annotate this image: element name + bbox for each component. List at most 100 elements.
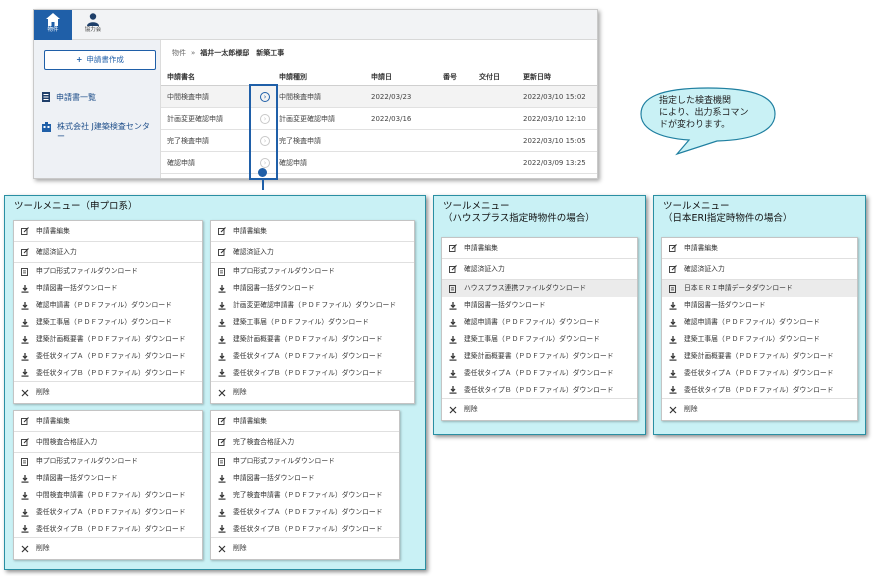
menu-item-label: 申請書編集 <box>36 227 70 235</box>
menu-item[interactable]: 申請書編集 <box>442 238 637 259</box>
download-icon <box>218 470 228 487</box>
menu-item[interactable]: 中間検査合格証入力 <box>14 432 202 453</box>
tool-menu-button[interactable]: › <box>260 136 270 146</box>
menu-item[interactable]: 建築工事届（ＰＤＦファイル）ダウンロード <box>662 331 857 348</box>
menu-item[interactable]: 確認申請書（ＰＤＦファイル）ダウンロード <box>14 297 202 314</box>
menu-item-label: 確認申請書（ＰＤＦファイル）ダウンロード <box>464 318 600 326</box>
table-row[interactable]: 確認申請 › 確認申請 2022/03/09 13:25 <box>161 152 597 174</box>
menu-item[interactable]: 確認済証入力 <box>662 259 857 280</box>
menu-item[interactable]: 委任状タイプＢ（ＰＤＦファイル）ダウンロード <box>662 382 857 399</box>
menu-item[interactable]: 申請図書一括ダウンロード <box>211 280 414 297</box>
table-row[interactable]: 中間検査申請 › 中間検査申請 2022/03/23 2022/03/10 15… <box>161 86 597 108</box>
edit-icon <box>21 411 31 431</box>
sidebar-item-application-list[interactable]: 申請書一覧 <box>42 92 96 103</box>
menu-item[interactable]: 申請図書一括ダウンロード <box>211 470 399 487</box>
sidebar-item-company[interactable]: 株式会社 J建築検査センタ ー <box>42 122 150 142</box>
close-icon <box>21 538 31 559</box>
menu-item[interactable]: 委任状タイプＡ（ＰＤＦファイル）ダウンロード <box>14 504 202 521</box>
menu-item[interactable]: 完了検査合格証入力 <box>211 432 399 453</box>
menu-item[interactable]: 申請図書一括ダウンロード <box>14 470 202 487</box>
menu-item[interactable]: 委任状タイプＢ（ＰＤＦファイル）ダウンロード <box>211 365 414 382</box>
menu-item-label: 申請図書一括ダウンロード <box>36 474 118 482</box>
download-icon <box>449 348 459 365</box>
col-header-name[interactable]: 申請書名 <box>167 68 195 86</box>
menu-item[interactable]: 申請書編集 <box>211 411 399 432</box>
menu-item[interactable]: 委任状タイプＡ（ＰＤＦファイル）ダウンロード <box>442 365 637 382</box>
menu-item[interactable]: 削除 <box>14 382 202 403</box>
menu-item-label: ハウスプラス連携ファイルダウンロード <box>464 284 587 292</box>
row-type: 計画変更確認申請 <box>279 115 335 123</box>
menu-item[interactable]: 削除 <box>211 538 399 559</box>
menu-item[interactable]: 削除 <box>211 382 414 403</box>
tool-menu-button[interactable]: › <box>260 158 270 168</box>
menu-item-label: 建築工事届（ＰＤＦファイル）ダウンロード <box>684 335 820 343</box>
menu-item-label: 申請書編集 <box>684 244 718 252</box>
tool-menu-button[interactable]: › <box>260 114 270 124</box>
menu-item[interactable]: 建築工事届（ＰＤＦファイル）ダウンロード <box>211 314 414 331</box>
menu-item[interactable]: 申プロ形式ファイルダウンロード <box>14 453 202 470</box>
download-icon <box>21 365 31 381</box>
table-row[interactable]: 完了検査申請 › 完了検査申請 2022/03/10 15:05 <box>161 130 597 152</box>
menu-item[interactable]: 申プロ形式ファイルダウンロード <box>14 263 202 280</box>
menu-item[interactable]: 削除 <box>662 399 857 420</box>
panel-title-line2: （日本ERI指定時物件の場合） <box>663 213 793 224</box>
menu-item[interactable]: 申請図書一括ダウンロード <box>442 297 637 314</box>
table-row[interactable]: 計画変更確認申請 › 計画変更確認申請 2022/03/16 2022/03/1… <box>161 108 597 130</box>
menu-item[interactable]: 委任状タイプＢ（ＰＤＦファイル）ダウンロード <box>14 521 202 538</box>
menu-item[interactable]: 委任状タイプＢ（ＰＤＦファイル）ダウンロード <box>211 521 399 538</box>
edit-icon <box>669 259 679 279</box>
menu-item[interactable]: 建築計画概要書（ＰＤＦファイル）ダウンロード <box>14 331 202 348</box>
menu-item[interactable]: 確認済証入力 <box>442 259 637 280</box>
menu-item[interactable]: 申プロ形式ファイルダウンロード <box>211 263 414 280</box>
sidebar: + 申請書作成 申請書一覧 株式会社 J建築検査センタ ー <box>34 40 161 178</box>
menu-item[interactable]: 確認済証入力 <box>211 242 414 263</box>
menu-item-label: 削除 <box>233 544 247 552</box>
menu-item-label: 建築工事届（ＰＤＦファイル）ダウンロード <box>36 318 172 326</box>
menu-item[interactable]: 確認申請書（ＰＤＦファイル）ダウンロード <box>662 314 857 331</box>
menu-item[interactable]: 委任状タイプＢ（ＰＤＦファイル）ダウンロード <box>442 382 637 399</box>
breadcrumb-separator: » <box>191 49 196 57</box>
menu-item[interactable]: 委任状タイプＡ（ＰＤＦファイル）ダウンロード <box>211 348 414 365</box>
col-header-issued[interactable]: 交付日 <box>479 68 500 86</box>
menu-item[interactable]: 委任状タイプＢ（ＰＤＦファイル）ダウンロード <box>14 365 202 382</box>
col-header-number[interactable]: 番号 <box>443 68 457 86</box>
menu-item[interactable]: 確認申請書（ＰＤＦファイル）ダウンロード <box>442 314 637 331</box>
menu-item[interactable]: 申請書編集 <box>662 238 857 259</box>
breadcrumb-root[interactable]: 物件 <box>172 49 186 57</box>
menu-item[interactable]: 委任状タイプＡ（ＰＤＦファイル）ダウンロード <box>14 348 202 365</box>
nav-partner[interactable]: 協力会 <box>74 10 112 40</box>
col-header-type[interactable]: 申請種別 <box>279 68 307 86</box>
menu-item[interactable]: 建築計画概要書（ＰＤＦファイル）ダウンロード <box>442 348 637 365</box>
menu-item[interactable]: 建築工事届（ＰＤＦファイル）ダウンロード <box>14 314 202 331</box>
menu-item-label: 委任状タイプＡ（ＰＤＦファイル）ダウンロード <box>233 352 383 360</box>
menu-item[interactable]: 委任状タイプＡ（ＰＤＦファイル）ダウンロード <box>662 365 857 382</box>
menu-item[interactable]: 建築計画概要書（ＰＤＦファイル）ダウンロード <box>662 348 857 365</box>
menu-item[interactable]: 申プロ形式ファイルダウンロード <box>211 453 399 470</box>
menu-item[interactable]: 完了検査申請書（ＰＤＦファイル）ダウンロード <box>211 487 399 504</box>
col-header-updated[interactable]: 更新日時 <box>523 68 551 86</box>
nav-property[interactable]: 物件 <box>34 10 72 40</box>
tool-menu-plan-change: 申請書編集 確認済証入力 申プロ形式ファイルダウンロード 申請図書一括ダウンロード 計画… <box>210 220 415 404</box>
create-application-button[interactable]: + 申請書作成 <box>44 50 156 70</box>
menu-item[interactable]: 削除 <box>442 399 637 420</box>
menu-item[interactable]: 中間検査申請書（ＰＤＦファイル）ダウンロード <box>14 487 202 504</box>
menu-item[interactable]: 確認済証入力 <box>14 242 202 263</box>
menu-item[interactable]: 建築工事届（ＰＤＦファイル）ダウンロード <box>442 331 637 348</box>
menu-item[interactable]: 申請書編集 <box>211 221 414 242</box>
menu-item[interactable]: 申請書編集 <box>14 221 202 242</box>
menu-item[interactable]: 削除 <box>14 538 202 559</box>
menu-item[interactable]: 申請図書一括ダウンロード <box>14 280 202 297</box>
tool-menu-button[interactable]: › <box>260 92 270 102</box>
menu-item[interactable]: 申請図書一括ダウンロード <box>662 297 857 314</box>
col-header-date[interactable]: 申請日 <box>371 68 392 86</box>
menu-item[interactable]: 計画変更確認申請書（ＰＤＦファイル）ダウンロード <box>211 297 414 314</box>
menu-item[interactable]: ハウスプラス連携ファイルダウンロード <box>442 280 637 297</box>
menu-item-label: 委任状タイプＢ（ＰＤＦファイル）ダウンロード <box>464 386 614 394</box>
menu-item[interactable]: 日本ＥＲＩ申請データダウンロード <box>662 280 857 297</box>
menu-item[interactable]: 建築計画概要書（ＰＤＦファイル）ダウンロード <box>211 331 414 348</box>
menu-item[interactable]: 申請書編集 <box>14 411 202 432</box>
row-updated: 2022/03/10 15:05 <box>523 137 586 145</box>
download-icon <box>669 348 679 365</box>
menu-item[interactable]: 委任状タイプＡ（ＰＤＦファイル）ダウンロード <box>211 504 399 521</box>
download-icon <box>218 297 228 314</box>
